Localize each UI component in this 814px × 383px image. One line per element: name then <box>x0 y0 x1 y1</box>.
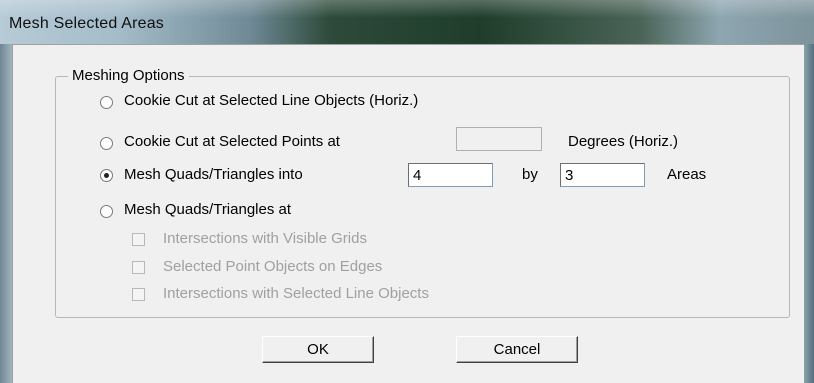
checkbox-visible-grids[interactable] <box>132 233 145 246</box>
mesh-count-1-input[interactable] <box>408 163 493 187</box>
cookie-cut-points-label[interactable]: Cookie Cut at Selected Points at <box>124 133 340 150</box>
areas-label: Areas <box>667 166 707 183</box>
radio-mesh-at[interactable] <box>100 205 113 218</box>
meshing-options-legend: Meshing Options <box>68 67 189 84</box>
selected-line-objects-label: Intersections with Selected Line Objects <box>163 285 429 302</box>
checkbox-point-objects-edges[interactable] <box>132 261 145 274</box>
mesh-into-label[interactable]: Mesh Quads/Triangles into <box>124 166 303 183</box>
visible-grids-label: Intersections with Visible Grids <box>163 230 367 247</box>
window-title: Mesh Selected Areas <box>9 15 164 32</box>
by-label: by <box>522 166 538 183</box>
mesh-count-2-input[interactable] <box>560 163 645 187</box>
radio-selected-dot-icon <box>104 173 109 178</box>
mesh-at-label[interactable]: Mesh Quads/Triangles at <box>124 201 291 218</box>
cookie-cut-lines-label[interactable]: Cookie Cut at Selected Line Objects (Hor… <box>124 92 418 109</box>
radio-cookie-cut-points[interactable] <box>100 137 113 150</box>
ok-button[interactable]: OK <box>262 336 374 363</box>
window-frame-right <box>804 44 814 383</box>
point-objects-edges-label: Selected Point Objects on Edges <box>163 258 383 275</box>
checkbox-selected-line-objects[interactable] <box>132 288 145 301</box>
cancel-button[interactable]: Cancel <box>456 336 578 363</box>
title-bar[interactable]: Mesh Selected Areas <box>0 0 814 44</box>
radio-mesh-into[interactable] <box>100 169 113 182</box>
radio-cookie-cut-lines[interactable] <box>100 96 113 109</box>
degrees-label: Degrees (Horiz.) <box>568 133 679 150</box>
degrees-input[interactable] <box>456 127 542 151</box>
window-frame-left <box>0 44 12 383</box>
meshing-options-group <box>55 76 790 318</box>
